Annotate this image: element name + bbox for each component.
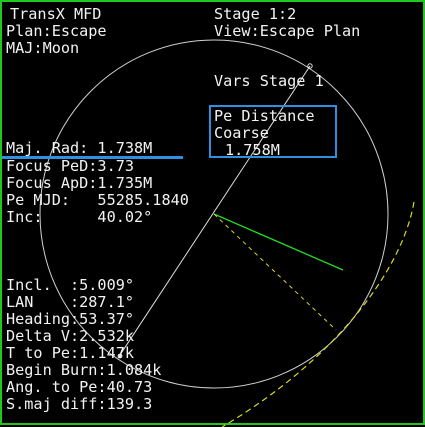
readout-inc: Inc: 40.02°: [6, 208, 153, 226]
readout-smaj-diff: S.maj diff:139.3: [6, 395, 153, 413]
selected-parameter-name: Pe Distance: [214, 107, 315, 125]
readout-heading: Heading:53.37°: [6, 310, 135, 328]
readout-lan: LAN :287.1°: [6, 293, 135, 311]
readout-pe-mjd: Pe MJD: 55285.1840: [6, 191, 189, 209]
plan-label: Plan:Escape: [6, 22, 107, 40]
vars-stage-label: Vars Stage 1: [214, 72, 324, 90]
readout-incl: Incl. :5.009°: [6, 276, 135, 294]
stage-label: Stage 1:2: [214, 5, 297, 23]
readout-begin-burn: Begin Burn:1.084k: [6, 361, 162, 379]
readout-time-to-pe: T to Pe:1.147k: [6, 344, 135, 362]
adjust-mode-label: Coarse: [214, 124, 269, 142]
mfd-title: TransX MFD: [10, 5, 102, 23]
readout-angle-to-pe: Ang. to Pe:40.73: [6, 378, 153, 396]
target-orbit-arc: [221, 201, 415, 427]
readout-maj-rad: Maj. Rad: 1.738M: [6, 139, 153, 157]
view-label: View:Escape Plan: [214, 22, 361, 40]
transx-mfd-screen: TransX MFD Plan:Escape MAJ:Moon Stage 1:…: [0, 0, 425, 427]
major-body-label: MAJ:Moon: [6, 39, 80, 57]
readout-delta-v: Delta V:2.532k: [6, 327, 135, 345]
readout-focus-apd: Focus ApD:1.735M: [6, 174, 153, 192]
readout-focus-ped: Focus PeD:3.73: [6, 157, 135, 175]
velocity-vector-line: [213, 213, 344, 271]
selected-parameter-value: 1.758M: [225, 141, 280, 159]
selected-parameter-box[interactable]: Pe Distance Coarse 1.758M: [209, 105, 337, 159]
target-radial-line: [213, 213, 337, 331]
